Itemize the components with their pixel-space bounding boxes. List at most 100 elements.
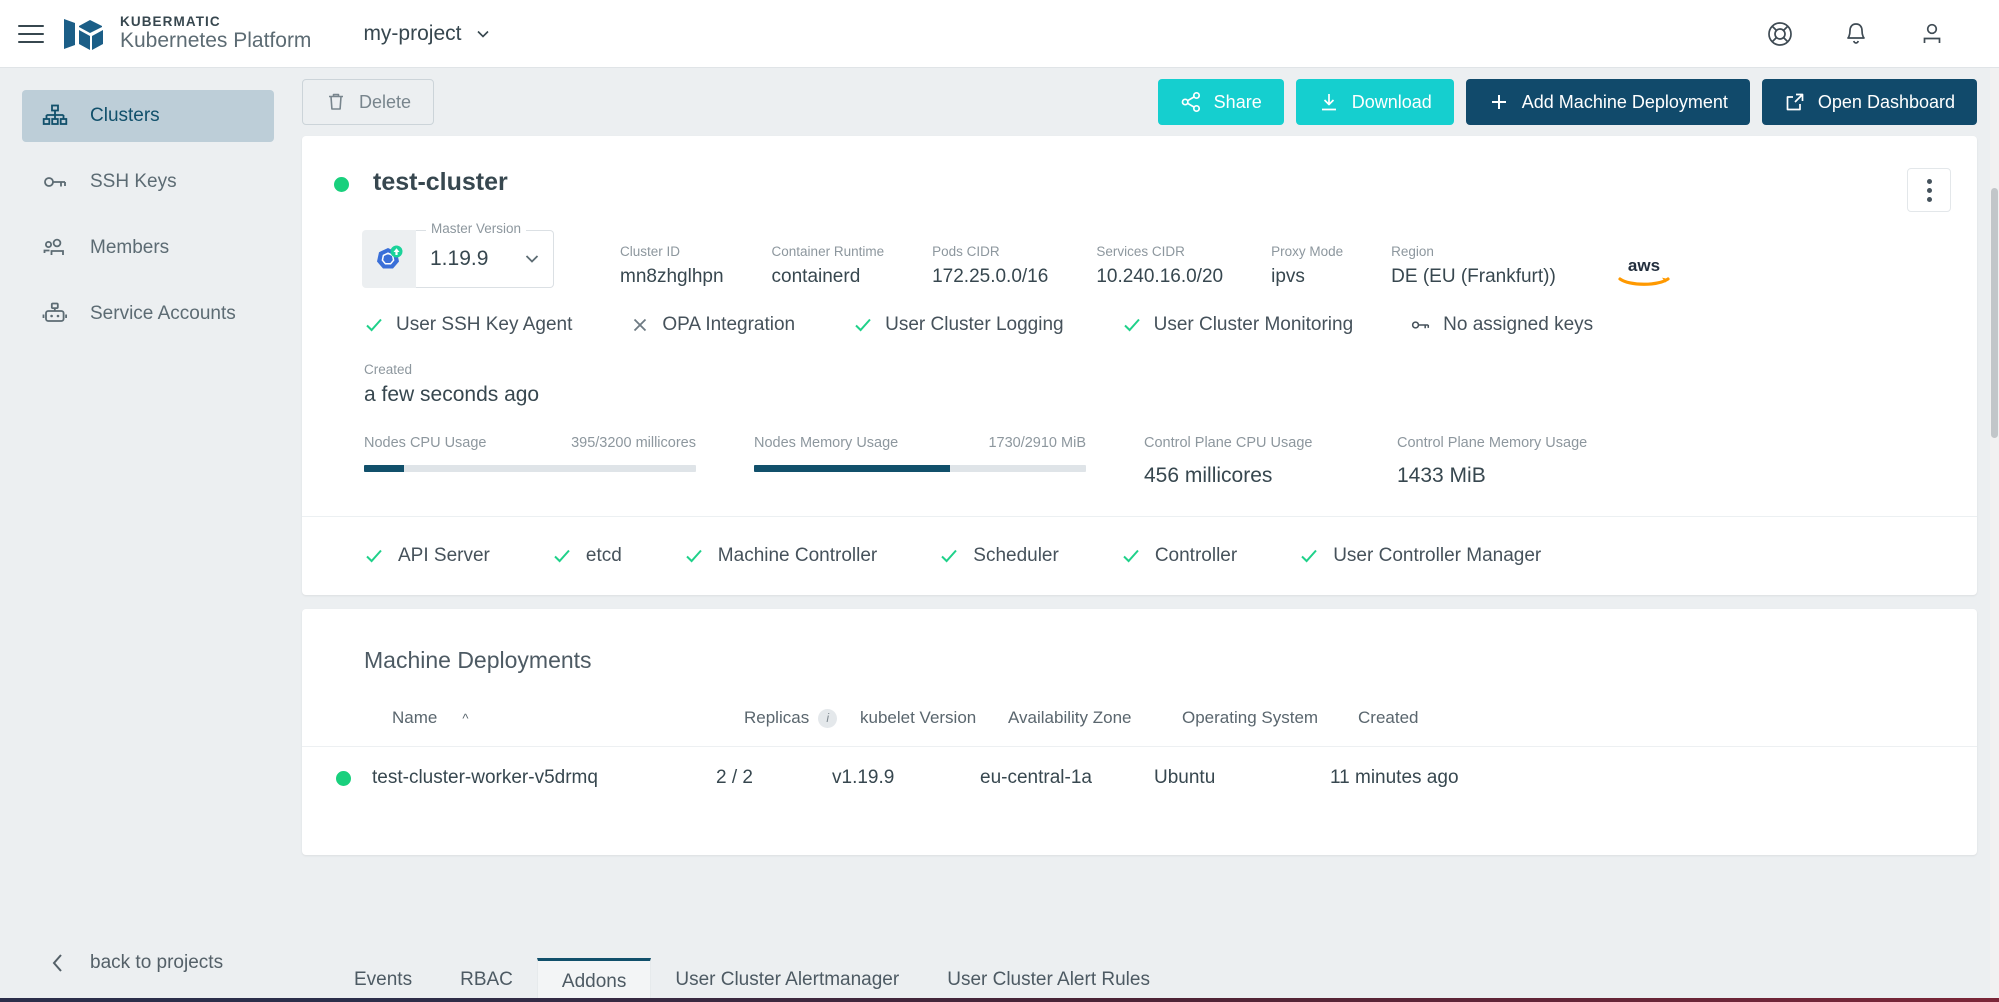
health-api-server: API Server: [364, 545, 490, 567]
share-button[interactable]: Share: [1158, 79, 1284, 125]
download-icon: [1318, 91, 1340, 113]
meta-services-cidr: Services CIDR 10.240.16.0/20: [1096, 244, 1223, 288]
info-icon[interactable]: i: [818, 709, 837, 728]
tab-addons[interactable]: Addons: [537, 958, 651, 1002]
meta-value: 172.25.0.0/16: [932, 266, 1048, 288]
usage-label: Nodes Memory Usage: [754, 435, 898, 451]
sidebar-nav: Clusters SSH Keys Members: [0, 68, 296, 340]
feature-user-cluster-monitoring: User Cluster Monitoring: [1122, 314, 1354, 336]
chevron-down-icon: [475, 26, 491, 42]
tab-rbac[interactable]: RBAC: [436, 958, 537, 1002]
chevron-left-icon: [50, 952, 66, 974]
back-to-projects-button[interactable]: back to projects: [0, 952, 296, 974]
sidebar: Clusters SSH Keys Members: [0, 68, 296, 1002]
meta-region: Region DE (EU (Frankfurt)): [1391, 244, 1556, 288]
cluster-more-options-button[interactable]: [1907, 168, 1951, 212]
row-status-indicator: [336, 771, 351, 786]
page-scrollbar[interactable]: [1990, 68, 1999, 1002]
cluster-status-indicator: [334, 177, 349, 192]
column-header-operating-system[interactable]: Operating System: [1182, 708, 1358, 728]
tab-events[interactable]: Events: [330, 958, 436, 1002]
top-bar-actions: [1765, 19, 1947, 49]
meta-value: DE (EU (Frankfurt)): [1391, 266, 1556, 288]
usage-control-plane-cpu: Control Plane CPU Usage 456 millicores: [1144, 435, 1359, 488]
delete-button[interactable]: Delete: [302, 79, 434, 125]
plus-icon: [1488, 91, 1510, 113]
add-machine-deployment-button[interactable]: Add Machine Deployment: [1466, 79, 1750, 125]
sidebar-item-clusters[interactable]: Clusters: [22, 90, 274, 142]
download-button-label: Download: [1352, 92, 1432, 113]
meta-label: Container Runtime: [772, 244, 885, 259]
health-scheduler: Scheduler: [939, 545, 1059, 567]
help-lifebuoy-icon[interactable]: [1765, 19, 1795, 49]
aws-logo-icon: aws: [1614, 254, 1674, 288]
cluster-features-row: User SSH Key Agent OPA Integration User …: [302, 288, 1977, 336]
column-header-label: Replicas: [744, 708, 809, 728]
sidebar-item-members[interactable]: Members: [22, 222, 274, 274]
usage-value: 456 millicores: [1144, 464, 1359, 488]
health-label: etcd: [586, 545, 622, 567]
machine-deployments-card: Machine Deployments Name ^ Replicas i ku…: [302, 609, 1977, 855]
health-machine-controller: Machine Controller: [684, 545, 877, 567]
page-scrollbar-thumb[interactable]: [1991, 188, 1998, 438]
open-dashboard-button[interactable]: Open Dashboard: [1762, 79, 1977, 125]
column-header-replicas[interactable]: Replicas i: [744, 708, 860, 728]
meta-label: Services CIDR: [1096, 244, 1223, 259]
members-icon: [42, 235, 68, 261]
open-dashboard-label: Open Dashboard: [1818, 92, 1955, 113]
health-label: User Controller Manager: [1333, 545, 1541, 567]
check-icon: [1121, 546, 1141, 566]
master-version-selector[interactable]: Master Version 1.19.9: [362, 230, 554, 288]
cluster-name: test-cluster: [373, 168, 508, 197]
brand-logo[interactable]: KUBERMATIC Kubernetes Platform: [62, 14, 311, 54]
usage-label: Control Plane Memory Usage: [1397, 435, 1612, 451]
user-account-icon[interactable]: [1917, 19, 1947, 49]
share-button-label: Share: [1214, 92, 1262, 113]
sidebar-item-label: Members: [90, 237, 169, 259]
key-icon: [1411, 315, 1431, 335]
check-icon: [1122, 315, 1142, 335]
tab-user-cluster-alertmanager[interactable]: User Cluster Alertmanager: [651, 958, 923, 1002]
column-header-created[interactable]: Created: [1358, 708, 1558, 728]
download-button[interactable]: Download: [1296, 79, 1454, 125]
brand-name: KUBERMATIC: [120, 14, 311, 29]
trash-icon: [325, 91, 347, 113]
feature-user-cluster-logging: User Cluster Logging: [853, 314, 1063, 336]
feature-user-ssh-key-agent: User SSH Key Agent: [364, 314, 572, 336]
tab-user-cluster-alert-rules[interactable]: User Cluster Alert Rules: [923, 958, 1174, 1002]
check-icon: [684, 546, 704, 566]
usage-label: Nodes CPU Usage: [364, 435, 487, 451]
delete-button-label: Delete: [359, 92, 411, 113]
hamburger-menu-icon[interactable]: [18, 25, 44, 43]
cell-name: test-cluster-worker-v5drmq: [336, 767, 716, 789]
cell-kubelet-version: v1.19.9: [832, 767, 980, 789]
project-selector[interactable]: my-project: [363, 22, 491, 46]
sidebar-item-service-accounts[interactable]: Service Accounts: [22, 288, 274, 340]
cluster-usage-row: Nodes CPU Usage 395/3200 millicores Node…: [302, 407, 1977, 516]
share-icon: [1180, 91, 1202, 113]
notifications-bell-icon[interactable]: [1841, 19, 1871, 49]
main-content: Delete Share Download: [296, 68, 1999, 1002]
top-app-bar: KUBERMATIC Kubernetes Platform my-projec…: [0, 0, 1999, 68]
feature-label: OPA Integration: [662, 314, 795, 336]
table-row[interactable]: test-cluster-worker-v5drmq 2 / 2 v1.19.9…: [302, 746, 1977, 809]
created-value: a few seconds ago: [364, 383, 1945, 407]
cluster-details-card: test-cluster Master Version 1.19.9: [302, 136, 1977, 595]
usage-value: 1730/2910 MiB: [988, 435, 1086, 451]
feature-no-assigned-keys: No assigned keys: [1411, 314, 1593, 336]
column-header-kubelet-version[interactable]: kubelet Version: [860, 708, 1008, 728]
column-header-name[interactable]: Name ^: [364, 708, 744, 728]
health-label: Controller: [1155, 545, 1237, 567]
cluster-meta-row: Master Version 1.19.9 Cluster ID mn8zhgl…: [302, 212, 1977, 288]
health-etcd: etcd: [552, 545, 622, 567]
meta-pods-cidr: Pods CIDR 172.25.0.0/16: [932, 244, 1048, 288]
column-header-label: Name: [392, 708, 437, 728]
cluster-header: test-cluster: [302, 136, 1977, 212]
health-label: API Server: [398, 545, 490, 567]
meta-proxy-mode: Proxy Mode ipvs: [1271, 244, 1343, 288]
cross-icon: [630, 315, 650, 335]
sidebar-item-ssh-keys[interactable]: SSH Keys: [22, 156, 274, 208]
column-header-availability-zone[interactable]: Availability Zone: [1008, 708, 1182, 728]
health-controller: Controller: [1121, 545, 1237, 567]
master-version-field[interactable]: Master Version 1.19.9: [416, 230, 554, 288]
